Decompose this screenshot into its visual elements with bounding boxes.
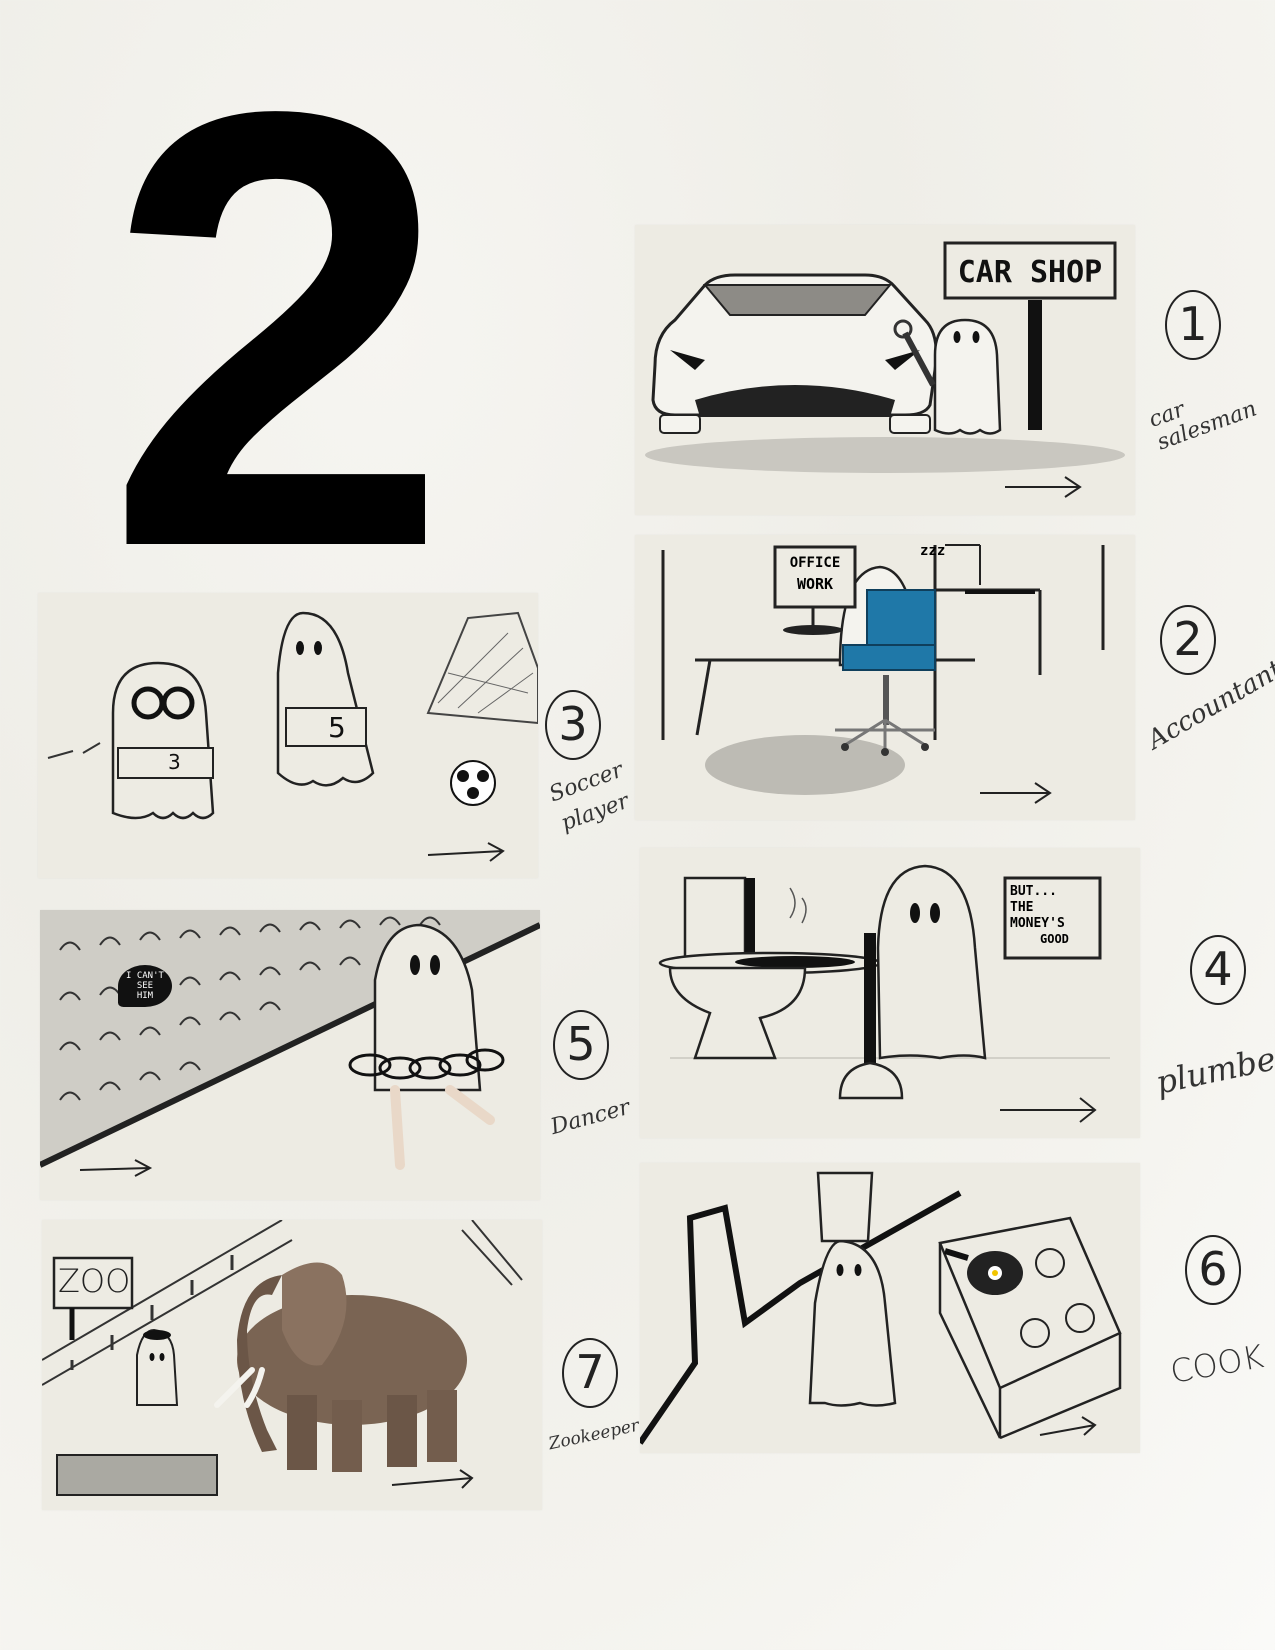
car-shop-sign-text: CAR SHOP [957, 255, 1103, 290]
bubble-line1: I CAN'T [126, 971, 164, 981]
jersey-number-3: 3 [168, 750, 181, 774]
bubble-line2: SEE [136, 981, 154, 991]
panel-number-7: 7 [562, 1338, 618, 1408]
panel-label-cook: COOK [1167, 1337, 1267, 1391]
panel-label-accountant: Accountant [1142, 654, 1275, 756]
speech-bubble: I CAN'T SEE HIM [118, 965, 172, 1007]
panel-label-car-salesman: car salesman [1145, 396, 1261, 456]
panel-label-plumber: plumber [1152, 1036, 1275, 1102]
page-title-digit: 2 [105, 0, 450, 676]
cook-drawing [640, 1171, 1122, 1445]
panel-label-dancer: Dancer [548, 1094, 633, 1141]
dancer-drawing [40, 910, 540, 1177]
panel-plumber: BUT... THE MONEY'S GOOD [640, 848, 1140, 1138]
panel-number-2: 2 [1160, 605, 1216, 675]
plumber-drawing [658, 864, 1110, 1123]
panel-number-4: 4 [1190, 935, 1246, 1005]
zoo-sign-text: ZOO [58, 1262, 131, 1300]
office-sign-line2: WORK [796, 575, 834, 593]
office-sign-line1: OFFICE [789, 555, 841, 571]
panel-label-zookeeper: Zookeeper [546, 1415, 641, 1455]
panel-zookeeper: ZOO [42, 1220, 542, 1510]
panel-number-5: 5 [553, 1010, 609, 1080]
money-sign-line2: THE [1010, 900, 1034, 915]
panel-car-salesman: CAR SHOP [635, 225, 1135, 515]
panel-number-3: 3 [545, 690, 601, 760]
office-drawing [661, 544, 1105, 804]
money-sign-line1: BUT... [1010, 884, 1057, 899]
panel-accountant: OFFICE WORK zzz [635, 535, 1135, 820]
panel-cook [640, 1163, 1140, 1453]
panel-number-1: 1 [1165, 290, 1221, 360]
soccer-drawing [47, 611, 538, 862]
panel-dancer: I CAN'T SEE HIM [40, 910, 540, 1200]
sleep-zzz: zzz [920, 543, 946, 559]
panel-soccer-player: 3 5 [38, 593, 538, 878]
jersey-number-5: 5 [328, 711, 346, 744]
panel-number-6: 6 [1185, 1235, 1241, 1305]
money-sign-line3: MONEY'S [1010, 916, 1065, 931]
money-sign-line4: GOOD [1040, 932, 1069, 946]
bubble-line3: HIM [136, 991, 154, 1001]
